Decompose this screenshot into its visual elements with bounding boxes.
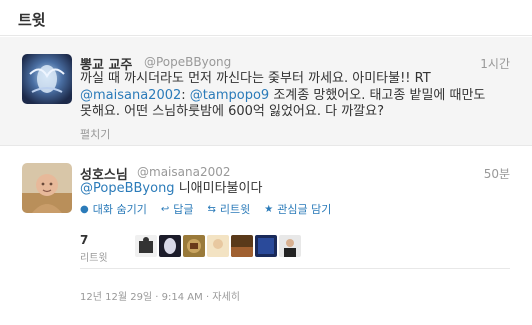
retweet-count-label: 리트윗 xyxy=(80,253,108,264)
tweet-text: @PopeBByong 니애미타불이다 xyxy=(80,181,262,198)
retweet-stats[interactable]: 7 리트윗 xyxy=(80,233,108,264)
retweeter-avatar[interactable] xyxy=(159,235,181,257)
expand-link[interactable]: 펼치기 xyxy=(80,126,110,142)
text-colon: : xyxy=(181,87,190,103)
reply-button[interactable]: ↩ 답글 xyxy=(161,201,194,217)
divider xyxy=(80,268,510,269)
favorite-star-icon: ★ xyxy=(264,203,274,215)
mention-link[interactable]: @tampopo9 xyxy=(190,88,269,103)
mention-link[interactable]: @maisana2002 xyxy=(80,88,181,103)
retweeter-avatar[interactable] xyxy=(135,235,157,257)
retweet-count: 7 xyxy=(80,233,89,247)
tweet-actions: ● 대화 숨기기 ↩ 답글 ⇆ 리트윗 ★ 관심글 담기 xyxy=(80,201,331,217)
reply-icon: ↩ xyxy=(160,203,170,215)
tweet-text: 까실 때 까시더라도 먼저 까신다는 줒부터 까세요. 아미타불!! RT @m… xyxy=(80,71,510,121)
author-handle[interactable]: @PopeBByong xyxy=(144,55,231,69)
tweet-text-part: 조계종 망했어오. 태고종 밭밀에 때만도 xyxy=(269,87,486,103)
tweet-line-3: 못해요. 어떤 스님하룻밤에 600억 잃었어요. 다 까깔요? xyxy=(80,104,384,119)
tweet-time[interactable]: 50분 xyxy=(484,165,510,182)
retweeter-avatar[interactable] xyxy=(207,235,229,257)
retweet-button[interactable]: ⇆ 리트윗 xyxy=(207,201,250,217)
retweet-icon: ⇆ xyxy=(207,203,216,215)
retweeter-avatar[interactable] xyxy=(279,235,301,257)
conversation-icon: ● xyxy=(80,203,89,215)
tweet-line-2: @maisana2002: @tampopo9 조계종 망했어오. 태고종 밭밀… xyxy=(80,88,510,105)
page-header: 트윗 xyxy=(0,0,532,36)
retweeter-avatars xyxy=(135,235,301,257)
tweet-reply[interactable]: 성호스님 @maisana2002 50분 @PopeBByong 니애미타불이… xyxy=(0,147,532,325)
conversation-button[interactable]: ● 대화 숨기기 xyxy=(80,201,147,217)
tweet-timestamp[interactable]: 12년 12월 29일 · 9:14 AM · 자세히 xyxy=(80,288,240,303)
retweet-label: 리트윗 xyxy=(219,203,251,216)
reply-label: 답글 xyxy=(173,203,194,216)
tweet-line-1: 까실 때 까시더라도 먼저 까신다는 줒부터 까세요. 아미타불!! RT xyxy=(80,71,431,86)
conversation-label: 대화 숨기기 xyxy=(92,203,147,216)
tweet-time[interactable]: 1시간 xyxy=(480,55,510,72)
retweeter-avatar[interactable] xyxy=(183,235,205,257)
retweeter-avatar[interactable] xyxy=(255,235,277,257)
avatar[interactable] xyxy=(22,54,72,104)
favorite-label: 관심글 담기 xyxy=(277,203,332,216)
tweet-original[interactable]: 뽕교 교주 @PopeBByong 1시간 까실 때 까시더라도 먼저 까신다는… xyxy=(0,37,532,146)
retweeter-avatar[interactable] xyxy=(231,235,253,257)
author-handle[interactable]: @maisana2002 xyxy=(137,165,230,179)
page-title: 트윗 xyxy=(18,11,46,29)
mention-link[interactable]: @PopeBByong xyxy=(80,181,175,196)
favorite-button[interactable]: ★ 관심글 담기 xyxy=(264,201,331,217)
tweet-text-part: 니애미타불이다 xyxy=(174,181,263,196)
avatar[interactable] xyxy=(22,163,72,213)
